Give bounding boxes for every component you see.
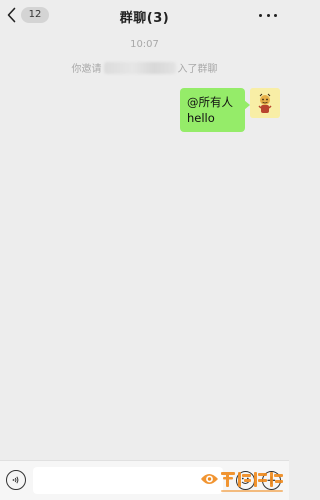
more-dot-icon xyxy=(266,13,270,17)
message-mention-text: @所有人 xyxy=(187,95,233,109)
system-message-suffix: 入了群聊 xyxy=(177,64,218,75)
more-dot-icon xyxy=(274,13,277,17)
voice-icon xyxy=(12,476,19,484)
emoji-icon xyxy=(241,477,249,484)
cartoon-avatar-icon xyxy=(250,88,280,118)
plus-button[interactable] xyxy=(262,471,281,490)
system-message-prefix: 你邀请 xyxy=(71,64,102,75)
blurred-name xyxy=(103,61,176,74)
input-bar xyxy=(0,460,289,500)
message-input[interactable] xyxy=(33,467,223,494)
emoji-button[interactable] xyxy=(236,471,255,490)
message-bubble[interactable]: @所有人 hello xyxy=(180,88,250,132)
chat-header: 12 群聊(3) xyxy=(0,0,289,31)
plus-icon xyxy=(267,476,276,485)
system-message: 你邀请 入了群聊 xyxy=(0,60,289,75)
chat-title: 群聊(3) xyxy=(119,11,170,26)
avatar[interactable] xyxy=(250,88,280,118)
message-text: hello xyxy=(187,111,215,125)
more-button[interactable] xyxy=(259,8,277,22)
chat-screen: 12 群聊(3) 10:07 你邀请 入了群聊 @所有人 hello xyxy=(0,0,289,500)
message-timestamp: 10:07 xyxy=(130,39,159,50)
voice-button[interactable] xyxy=(6,470,26,490)
more-dot-icon xyxy=(259,13,262,17)
